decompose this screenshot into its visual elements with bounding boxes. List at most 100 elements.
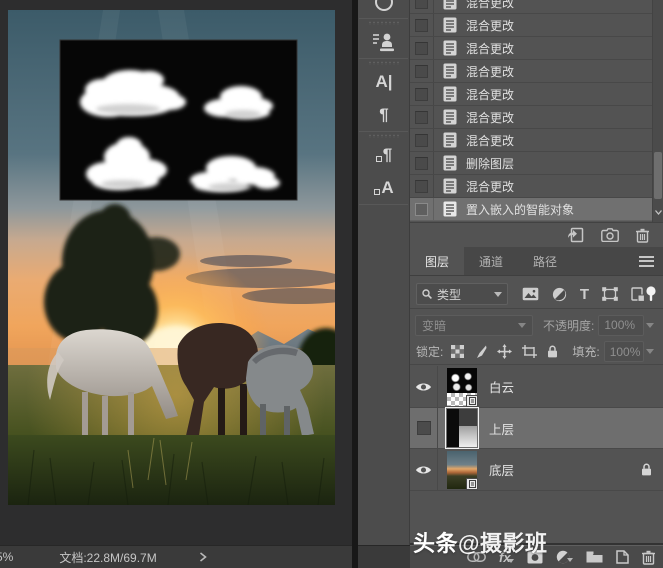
paragraph-panel-icon[interactable]: ¶ xyxy=(358,98,410,131)
paragraph-styles-icon: ¶ xyxy=(382,145,393,164)
character-panel-icon[interactable]: A| xyxy=(358,65,410,98)
blend-mode-row: 变暗 不透明度: 100% xyxy=(410,312,663,338)
visibility-toggle-empty[interactable] xyxy=(416,421,431,435)
opacity-label: 不透明度: xyxy=(543,318,595,333)
history-state-icon xyxy=(443,0,457,10)
clone-stamp-icon xyxy=(373,33,394,51)
filter-smart-objects-icon[interactable] xyxy=(631,286,645,302)
history-state-icon xyxy=(443,17,457,33)
filter-pixel-layers-icon[interactable] xyxy=(522,287,539,301)
history-state-row[interactable]: 混合更改 xyxy=(410,83,652,106)
history-state-icon xyxy=(443,86,457,102)
panel-menu-button[interactable] xyxy=(639,247,654,275)
lock-image-pixels-brush-icon[interactable] xyxy=(474,345,487,359)
history-state-icon xyxy=(443,178,457,194)
layer-row-clouds[interactable]: 白云 xyxy=(410,366,663,408)
layer-name[interactable]: 上层 xyxy=(489,419,514,438)
history-state-icon xyxy=(443,201,457,217)
filter-type-select[interactable]: 类型 xyxy=(416,283,508,305)
scrollbar-down-arrow-icon[interactable] xyxy=(653,204,663,220)
history-source-checkbox[interactable] xyxy=(415,87,428,101)
smart-object-badge-icon xyxy=(466,477,478,490)
history-state-row[interactable]: 混合更改 xyxy=(410,14,652,37)
tab-layers[interactable]: 图层 xyxy=(410,247,465,275)
chevron-down-icon[interactable] xyxy=(646,322,655,328)
history-clock-icon xyxy=(375,0,393,11)
lock-row: 锁定: 填充: 100% xyxy=(410,339,663,365)
filter-type-layers-icon[interactable]: T xyxy=(580,287,589,302)
history-source-checkbox[interactable] xyxy=(415,133,428,147)
dock-bottom-strip xyxy=(358,545,410,568)
layer-thumbnail-gradient[interactable] xyxy=(445,407,479,449)
history-source-checkbox[interactable] xyxy=(415,110,428,124)
lock-position-move-icon[interactable] xyxy=(497,344,513,359)
layer-filter-row: 类型 T xyxy=(410,280,663,309)
visibility-eye-icon[interactable] xyxy=(415,381,432,393)
zoom-level[interactable]: 5% xyxy=(0,550,13,564)
fill-label: 填充: xyxy=(572,345,600,359)
toutiao-watermark: 头条@摄影班 xyxy=(413,531,548,556)
scrollbar-thumb[interactable] xyxy=(654,152,662,199)
clone-source-panel-icon[interactable] xyxy=(358,25,410,58)
history-scrollbar[interactable] xyxy=(652,0,663,222)
layer-row-bottom[interactable]: 底层 xyxy=(410,449,663,491)
history-list: 混合更改 混合更改 混合更改 混合更改 混合更改 混合更改 混合更改 删除图层 … xyxy=(410,0,652,222)
history-state-row[interactable]: 混合更改 xyxy=(410,60,652,83)
document-canvas[interactable] xyxy=(8,10,335,505)
status-options-chevron-icon[interactable] xyxy=(199,552,207,562)
history-source-checkbox[interactable] xyxy=(415,202,428,216)
history-state-row[interactable]: 删除图层 xyxy=(410,152,652,175)
history-source-checkbox[interactable] xyxy=(415,64,428,78)
history-panel: 混合更改 混合更改 混合更改 混合更改 混合更改 混合更改 混合更改 删除图层 … xyxy=(410,0,663,247)
history-panel-icon[interactable] xyxy=(358,0,410,18)
history-source-checkbox[interactable] xyxy=(415,41,428,55)
right-panel-column: 混合更改 混合更改 混合更改 混合更改 混合更改 混合更改 混合更改 删除图层 … xyxy=(410,0,663,545)
delete-state-button[interactable] xyxy=(636,228,649,243)
paragraph-styles-panel-icon[interactable]: ¶ xyxy=(358,138,410,171)
chevron-down-icon xyxy=(493,291,502,297)
layer-row-upper-selected[interactable]: 上层 xyxy=(410,407,663,449)
blend-mode-select[interactable]: 变暗 xyxy=(415,314,533,336)
history-state-row[interactable]: 混合更改 xyxy=(410,175,652,198)
character-styles-panel-icon[interactable]: A xyxy=(358,171,410,204)
history-state-row[interactable]: 混合更改 xyxy=(410,129,652,152)
canvas-area[interactable] xyxy=(0,0,352,545)
new-document-from-state-button[interactable] xyxy=(567,227,584,243)
layer-name[interactable]: 底层 xyxy=(489,460,514,479)
hamburger-menu-icon xyxy=(639,255,654,267)
history-source-checkbox[interactable] xyxy=(415,18,428,32)
history-state-row-selected[interactable]: 置入嵌入的智能对象 xyxy=(410,198,652,221)
sunset-horses-photo xyxy=(8,10,335,505)
lock-all-icon[interactable] xyxy=(547,345,558,358)
history-panel-footer xyxy=(410,222,663,247)
filter-shape-layers-icon[interactable] xyxy=(602,287,618,301)
panel-tab-bar: 图层 通道 路径 xyxy=(410,247,663,276)
status-bar: 5% 文档:22.8M/69.7M xyxy=(0,545,352,568)
tab-channels[interactable]: 通道 xyxy=(464,247,518,275)
history-source-checkbox[interactable] xyxy=(415,179,428,193)
smart-object-badge-icon xyxy=(466,394,478,407)
lock-artboard-icon[interactable] xyxy=(522,345,538,358)
filter-adjustment-layers-icon[interactable] xyxy=(552,287,567,302)
history-state-row[interactable]: 混合更改 xyxy=(410,0,652,14)
lock-transparent-pixels-icon[interactable] xyxy=(451,345,465,358)
history-source-checkbox[interactable] xyxy=(415,156,428,170)
layers-panel: 图层 通道 路径 类型 T 变暗 不透明度: 100% 锁定: 填充: 100%… xyxy=(410,247,663,545)
filter-on-off-toggle[interactable] xyxy=(645,286,657,302)
history-source-checkbox[interactable] xyxy=(415,0,428,9)
history-state-row[interactable]: 混合更改 xyxy=(410,37,652,60)
photoshop-workspace: 5% 文档:22.8M/69.7M xyxy=(0,0,663,568)
opacity-input[interactable]: 100% xyxy=(598,314,645,336)
paragraph-pilcrow-icon: ¶ xyxy=(379,105,389,124)
fill-input[interactable]: 100% xyxy=(603,341,644,362)
visibility-eye-icon[interactable] xyxy=(415,464,432,476)
clouds-overlay-image xyxy=(59,39,298,201)
layer-name[interactable]: 白云 xyxy=(489,377,514,396)
style-square-icon xyxy=(375,156,382,162)
history-state-row[interactable]: 混合更改 xyxy=(410,106,652,129)
lock-label: 锁定: xyxy=(416,345,444,359)
tab-paths[interactable]: 路径 xyxy=(518,247,572,275)
new-snapshot-button[interactable] xyxy=(601,228,619,242)
collapsed-panels-dock: A| ¶ ¶ A xyxy=(358,0,410,545)
chevron-down-icon[interactable] xyxy=(645,349,654,354)
